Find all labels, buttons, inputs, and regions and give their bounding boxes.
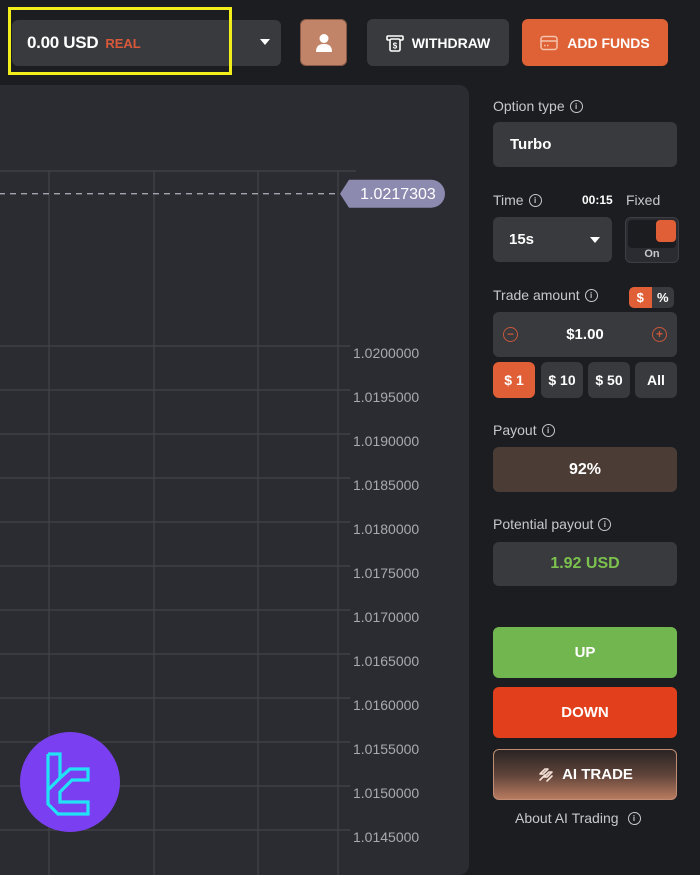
time-value: 15s bbox=[509, 231, 535, 248]
potential-payout-label-text: Potential payout bbox=[493, 516, 594, 532]
y-tick-label: 1.0175000 bbox=[353, 565, 419, 581]
increase-amount-button[interactable]: + bbox=[652, 327, 667, 342]
balance-account-selector[interactable]: 0.00 USD REAL bbox=[12, 20, 281, 66]
about-ai-trading-link[interactable]: About AI Trading i bbox=[515, 810, 641, 826]
y-tick-label: 1.0150000 bbox=[353, 785, 419, 801]
preset-50-button[interactable]: $ 50 bbox=[588, 362, 630, 398]
unit-dollar-option[interactable]: $ bbox=[629, 287, 652, 308]
preset-all-button[interactable]: All bbox=[635, 362, 677, 398]
withdraw-label: WITHDRAW bbox=[411, 34, 491, 51]
info-icon[interactable]: i bbox=[584, 288, 598, 302]
potential-payout-value: 1.92 USD bbox=[550, 555, 620, 572]
y-tick-label: 1.0155000 bbox=[353, 741, 419, 757]
svg-text:$: $ bbox=[392, 41, 397, 50]
caret-down-icon bbox=[590, 237, 600, 243]
option-type-select[interactable]: Turbo bbox=[493, 122, 677, 167]
y-tick-label: 1.0200000 bbox=[353, 345, 419, 361]
time-label-text: Time bbox=[493, 192, 524, 208]
payout-label-text: Payout bbox=[493, 422, 537, 438]
y-tick-label: 1.0160000 bbox=[353, 697, 419, 713]
atm-cash-icon: $ bbox=[385, 34, 404, 52]
y-tick-label: 1.0145000 bbox=[353, 829, 419, 845]
ai-trade-label: AI TRADE bbox=[562, 766, 633, 783]
toggle-knob bbox=[656, 220, 676, 242]
unit-percent-option[interactable]: % bbox=[652, 287, 675, 308]
fixed-time-toggle[interactable]: On bbox=[625, 217, 679, 263]
profile-button[interactable] bbox=[300, 19, 347, 66]
payout-value-box: 92% bbox=[493, 447, 677, 492]
y-tick-label: 1.0170000 bbox=[353, 609, 419, 625]
about-ai-label: About AI Trading bbox=[515, 810, 619, 826]
trade-amount-value[interactable]: $1.00 bbox=[566, 326, 604, 343]
trade-amount-stepper[interactable]: − $1.00 + bbox=[493, 312, 677, 357]
withdraw-button[interactable]: $ WITHDRAW bbox=[367, 19, 509, 66]
current-price-value: 1.0217303 bbox=[360, 186, 436, 203]
y-tick-label: 1.0180000 bbox=[353, 521, 419, 537]
info-icon[interactable]: i bbox=[598, 517, 612, 531]
wallet-card-icon bbox=[540, 35, 559, 50]
fixed-label: Fixed bbox=[626, 192, 661, 208]
info-icon[interactable]: i bbox=[528, 193, 542, 207]
y-axis: 1.0200000 1.0195000 1.0190000 1.0185000 1.01… bbox=[353, 345, 419, 845]
amount-unit-toggle[interactable]: $ % bbox=[629, 287, 674, 308]
time-label: Time i bbox=[493, 192, 542, 208]
caret-down-icon bbox=[260, 39, 270, 45]
y-tick-label: 1.0195000 bbox=[353, 389, 419, 405]
info-icon[interactable]: i bbox=[627, 811, 641, 825]
watermark-logo bbox=[20, 732, 120, 832]
down-button[interactable]: DOWN bbox=[493, 687, 677, 738]
account-mode-badge: REAL bbox=[105, 35, 141, 51]
potential-payout-label: Potential payout i bbox=[493, 516, 612, 532]
balance-amount: 0.00 USD bbox=[27, 33, 99, 52]
time-select[interactable]: 15s bbox=[493, 217, 612, 262]
trade-amount-label: Trade amount i bbox=[493, 287, 598, 303]
toggle-state: On bbox=[644, 248, 660, 260]
y-tick-label: 1.0185000 bbox=[353, 477, 419, 493]
current-price-layer: 1.0217303 bbox=[0, 179, 445, 208]
preset-1-button[interactable]: $ 1 bbox=[493, 362, 535, 398]
info-icon[interactable]: i bbox=[569, 99, 583, 113]
option-type-label-text: Option type bbox=[493, 98, 565, 114]
decrease-amount-button[interactable]: − bbox=[503, 327, 518, 342]
y-tick-label: 1.0165000 bbox=[353, 653, 419, 669]
ai-trade-button[interactable]: AI TRADE bbox=[493, 749, 677, 800]
option-type-value: Turbo bbox=[510, 136, 552, 153]
tc-logo-icon bbox=[46, 752, 90, 816]
up-button[interactable]: UP bbox=[493, 627, 677, 678]
time-countdown: 00:15 bbox=[582, 193, 613, 207]
preset-10-button[interactable]: $ 10 bbox=[541, 362, 583, 398]
trade-amount-label-text: Trade amount bbox=[493, 287, 580, 303]
add-funds-label: ADD FUNDS bbox=[567, 34, 650, 51]
user-icon bbox=[315, 33, 332, 52]
payout-value: 92% bbox=[568, 460, 602, 478]
payout-label: Payout i bbox=[493, 422, 555, 438]
potential-payout-box: 1.92 USD bbox=[493, 542, 677, 586]
option-type-label: Option type i bbox=[493, 98, 583, 114]
add-funds-button[interactable]: ADD FUNDS bbox=[522, 19, 668, 66]
info-icon[interactable]: i bbox=[541, 423, 555, 437]
y-tick-label: 1.0190000 bbox=[353, 433, 419, 449]
ai-sparkle-icon bbox=[539, 767, 553, 782]
